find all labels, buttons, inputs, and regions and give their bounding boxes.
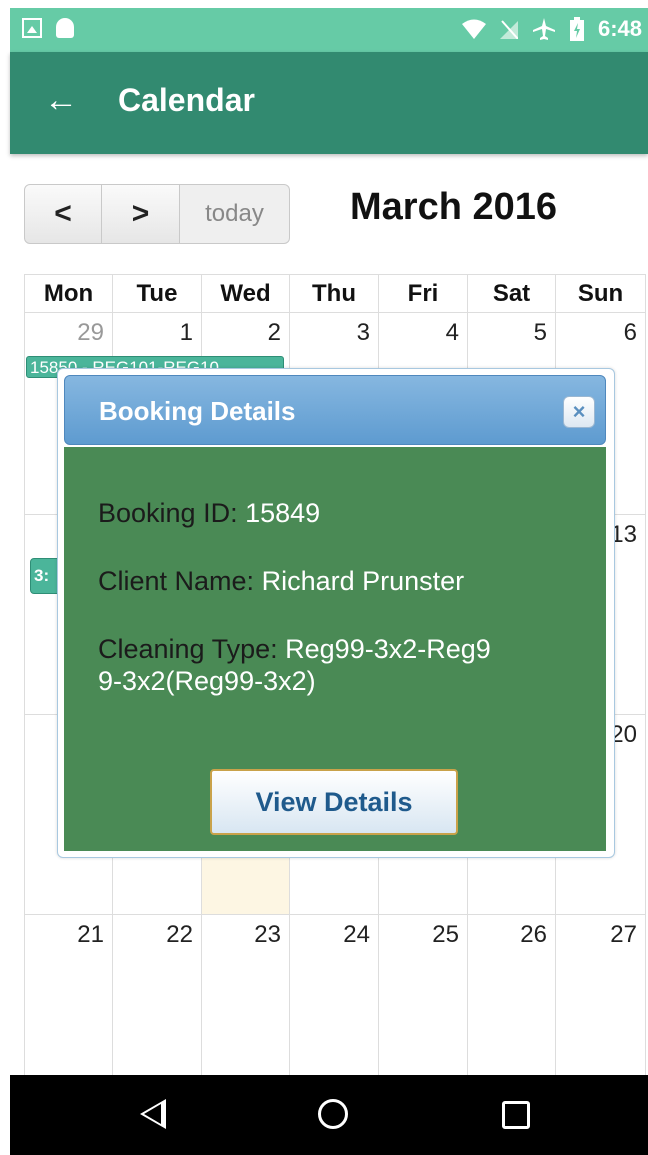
day-number: 21 bbox=[77, 921, 104, 948]
back-arrow-icon[interactable]: ← bbox=[44, 80, 78, 120]
weekday-sat: Sat bbox=[467, 275, 555, 313]
next-month-button[interactable]: > bbox=[102, 184, 180, 244]
recent-apps-icon[interactable] bbox=[502, 1101, 530, 1129]
weekday-mon: Mon bbox=[24, 275, 112, 313]
prev-month-button[interactable]: < bbox=[24, 184, 102, 244]
day-number: 3 bbox=[356, 319, 370, 346]
booking-id-label: Booking ID: bbox=[98, 498, 238, 528]
page-title: Calendar bbox=[118, 82, 255, 118]
view-details-button[interactable]: View Details bbox=[210, 769, 458, 835]
weekday-wed: Wed bbox=[201, 275, 289, 313]
booking-details-dialog: Booking Details × Booking ID: 15849 Clie… bbox=[57, 368, 615, 858]
day-number: 26 bbox=[520, 921, 547, 948]
dialog-header: Booking Details × bbox=[64, 375, 606, 445]
day-number: 6 bbox=[623, 319, 637, 346]
calendar-grid: Mon Tue Wed Thu Fri Sat Sun 29 1 2 3 4 5… bbox=[24, 274, 646, 1077]
booking-id-row: Booking ID: 15849 bbox=[98, 497, 578, 529]
status-time: 6:48 bbox=[597, 16, 642, 41]
cleaning-type-label: Cleaning Type: bbox=[98, 634, 278, 664]
day-cell[interactable]: 26 bbox=[467, 915, 555, 1077]
no-sim-icon bbox=[499, 20, 518, 39]
month-title: March 2016 bbox=[350, 186, 558, 228]
wifi-icon bbox=[461, 19, 486, 39]
day-number: 4 bbox=[445, 319, 459, 346]
day-number: 25 bbox=[432, 921, 459, 948]
battery-icon bbox=[569, 17, 584, 41]
client-name-value: Richard Prunster bbox=[261, 566, 465, 596]
day-cell[interactable]: 24 bbox=[289, 915, 378, 1077]
app-bar: ← Calendar bbox=[10, 52, 648, 154]
day-number: 24 bbox=[343, 921, 370, 948]
calendar-nav: < > today bbox=[24, 184, 290, 244]
day-number: 2 bbox=[267, 319, 281, 346]
close-button[interactable]: × bbox=[563, 396, 595, 428]
day-cell[interactable]: 21 bbox=[24, 915, 112, 1077]
airplane-icon bbox=[532, 18, 555, 40]
weekday-header: Mon Tue Wed Thu Fri Sat Sun bbox=[24, 274, 646, 313]
day-number: 23 bbox=[254, 921, 281, 948]
weekday-thu: Thu bbox=[289, 275, 378, 313]
weekday-tue: Tue bbox=[112, 275, 201, 313]
day-number: 5 bbox=[533, 319, 547, 346]
booking-id-value: 15849 bbox=[245, 498, 321, 528]
client-name-row: Client Name: Richard Prunster bbox=[98, 565, 578, 597]
day-number: 29 bbox=[77, 319, 104, 346]
day-number: 22 bbox=[166, 921, 193, 948]
cleaning-type-row: Cleaning Type: Reg99-3x2-Reg99-3x2(Reg99… bbox=[98, 633, 498, 697]
weekday-sun: Sun bbox=[555, 275, 646, 313]
system-nav-bar bbox=[10, 1075, 648, 1155]
home-icon[interactable] bbox=[318, 1099, 348, 1129]
day-cell[interactable]: 25 bbox=[378, 915, 467, 1077]
day-cell[interactable]: 23 bbox=[201, 915, 289, 1077]
week-row: 21 22 23 24 25 26 27 bbox=[24, 914, 646, 1077]
dialog-title: Booking Details bbox=[99, 396, 296, 426]
status-bar: 6:48 bbox=[10, 8, 648, 52]
day-cell[interactable]: 22 bbox=[112, 915, 201, 1077]
back-icon[interactable] bbox=[140, 1099, 166, 1129]
today-button[interactable]: today bbox=[180, 184, 290, 244]
dialog-body: Booking ID: 15849 Client Name: Richard P… bbox=[64, 447, 606, 851]
weekday-fri: Fri bbox=[378, 275, 467, 313]
day-cell[interactable]: 27 bbox=[555, 915, 646, 1077]
android-icon bbox=[56, 18, 74, 38]
client-name-label: Client Name: bbox=[98, 566, 255, 596]
image-icon bbox=[22, 18, 42, 38]
close-icon: × bbox=[572, 399, 586, 424]
day-number: 27 bbox=[610, 921, 637, 948]
day-number: 1 bbox=[179, 319, 193, 346]
